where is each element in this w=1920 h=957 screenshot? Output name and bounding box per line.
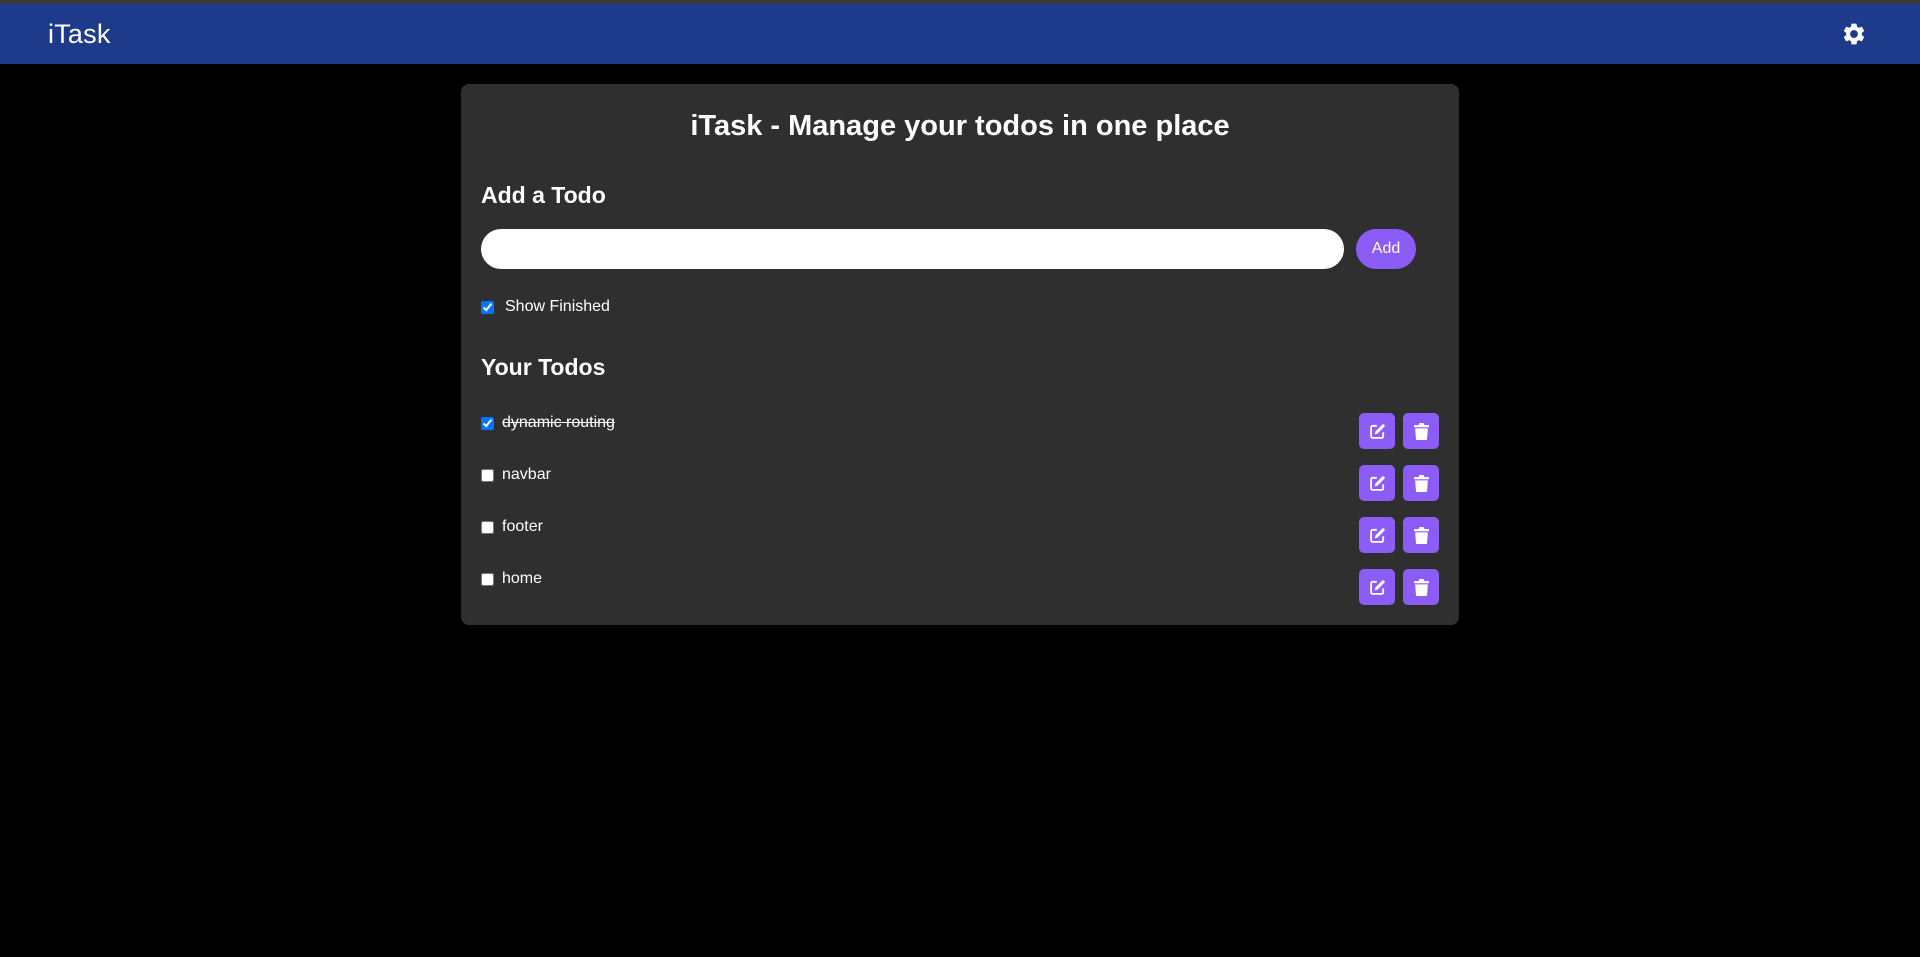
delete-button[interactable] bbox=[1403, 465, 1439, 501]
navbar: iTask bbox=[0, 4, 1920, 64]
edit-icon bbox=[1369, 423, 1385, 439]
delete-button[interactable] bbox=[1403, 413, 1439, 449]
todo-card: iTask - Manage your todos in one place A… bbox=[461, 84, 1459, 625]
add-todo-heading: Add a Todo bbox=[481, 182, 606, 208]
todo-text: home bbox=[502, 570, 543, 587]
show-finished-checkbox[interactable] bbox=[481, 300, 494, 314]
trash-icon bbox=[1413, 474, 1429, 492]
trash-icon bbox=[1413, 422, 1429, 440]
todo-text: dynamic routing bbox=[502, 414, 615, 431]
todo-item: dynamic routing bbox=[481, 413, 1439, 449]
todo-checkbox[interactable] bbox=[481, 468, 494, 482]
brand-logo[interactable]: iTask bbox=[48, 19, 111, 50]
page-title: iTask - Manage your todos in one place bbox=[690, 110, 1230, 142]
todo-checkbox[interactable] bbox=[481, 416, 494, 430]
todo-checkbox[interactable] bbox=[481, 572, 494, 586]
edit-button[interactable] bbox=[1359, 465, 1395, 501]
delete-button[interactable] bbox=[1403, 569, 1439, 605]
edit-icon bbox=[1369, 475, 1385, 491]
todo-checkbox[interactable] bbox=[481, 520, 494, 534]
todo-item: footer bbox=[481, 517, 1439, 553]
your-todos-heading: Your Todos bbox=[481, 354, 606, 380]
show-finished-toggle[interactable]: Show Finished bbox=[481, 298, 610, 316]
edit-button[interactable] bbox=[1359, 413, 1395, 449]
edit-button[interactable] bbox=[1359, 517, 1395, 553]
add-button[interactable]: Add bbox=[1356, 229, 1416, 269]
show-finished-label: Show Finished bbox=[505, 298, 610, 315]
trash-icon bbox=[1413, 526, 1429, 544]
settings-button[interactable] bbox=[1840, 20, 1868, 48]
edit-icon bbox=[1369, 527, 1385, 543]
gear-icon bbox=[1843, 23, 1865, 45]
edit-button[interactable] bbox=[1359, 569, 1395, 605]
edit-icon bbox=[1369, 579, 1385, 595]
todo-text: footer bbox=[502, 518, 543, 535]
todo-item: home bbox=[481, 569, 1439, 605]
todo-item: navbar bbox=[481, 465, 1439, 501]
trash-icon bbox=[1413, 578, 1429, 596]
todo-text: navbar bbox=[502, 466, 551, 483]
todo-input[interactable] bbox=[481, 229, 1344, 269]
delete-button[interactable] bbox=[1403, 517, 1439, 553]
